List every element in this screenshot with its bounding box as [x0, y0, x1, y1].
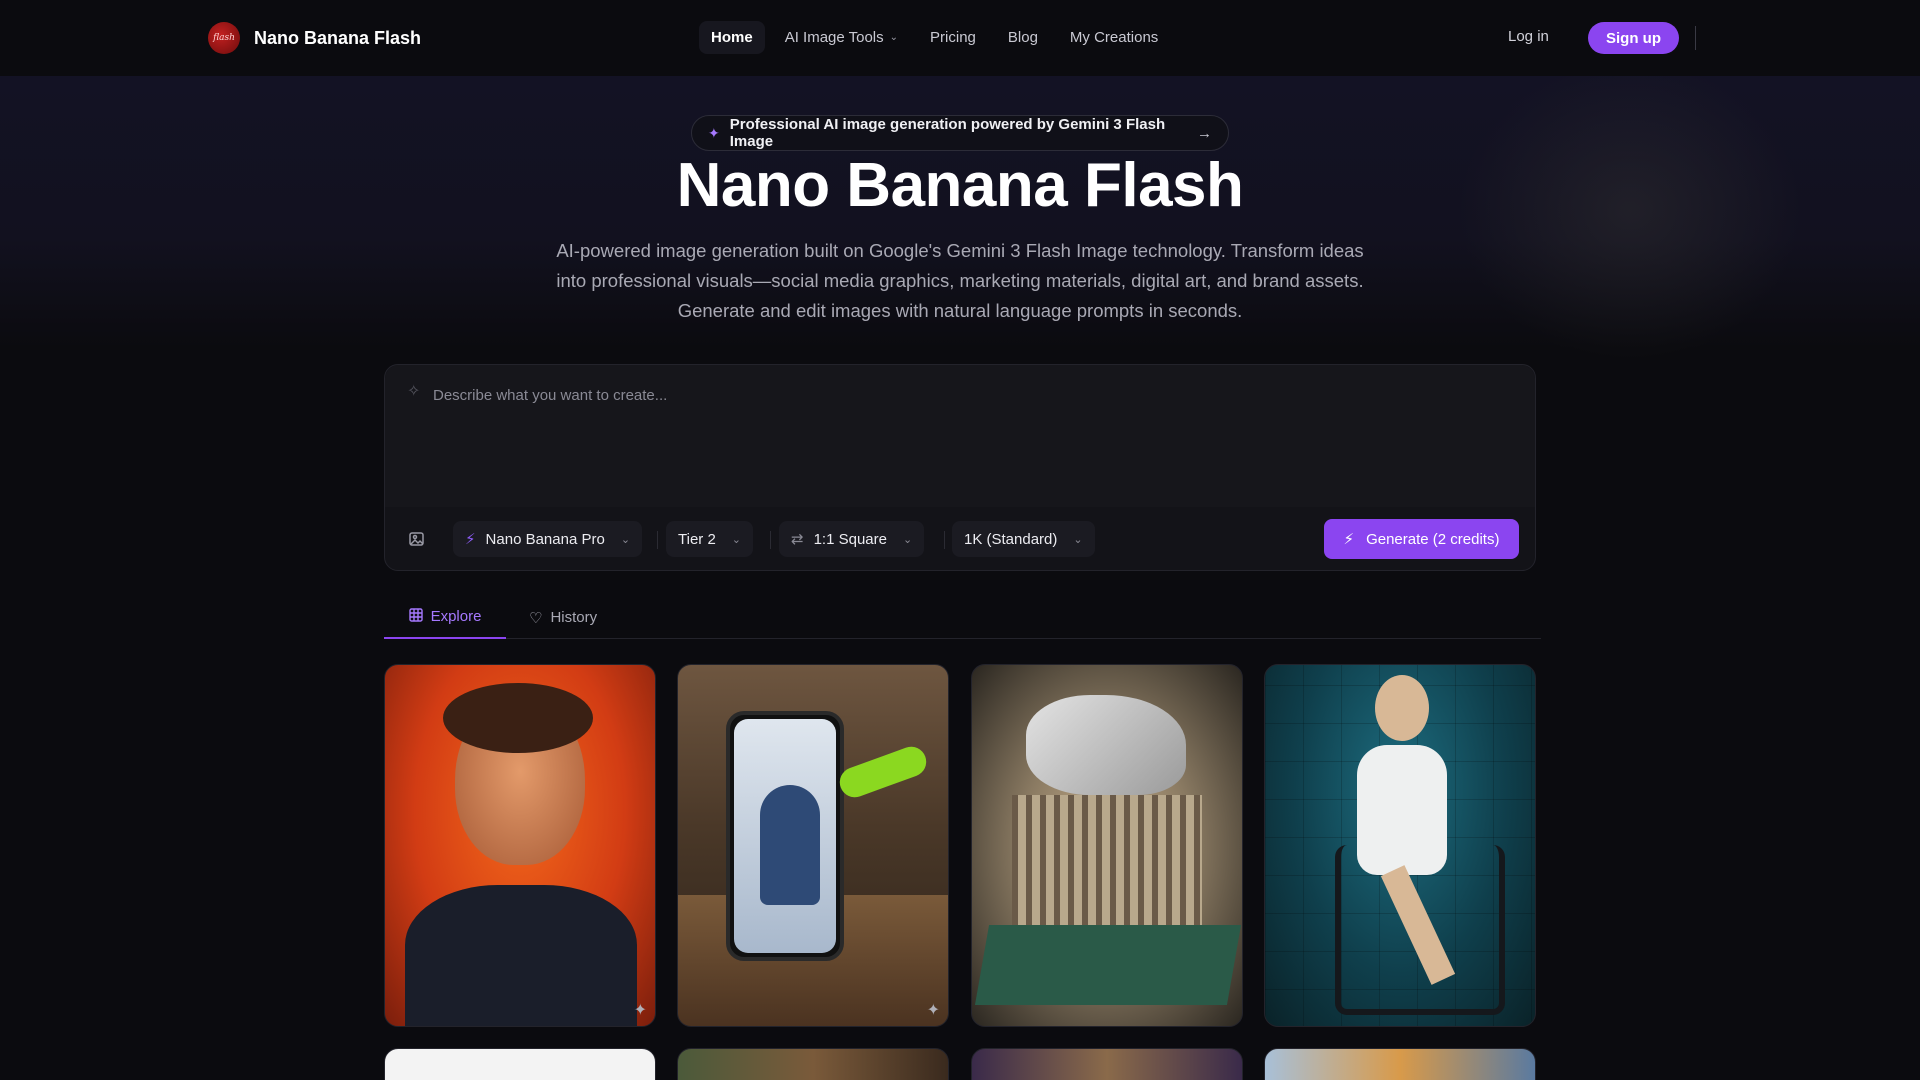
heart-icon: ♡	[529, 609, 543, 627]
top-nav: flash Nano Banana Flash Home AI Image To…	[0, 0, 1920, 76]
image-upload-icon[interactable]	[405, 527, 429, 551]
nav-my-creations-label: My Creations	[1069, 29, 1159, 46]
aspect-ratio-select[interactable]: ⇄ 1:1 Square ⌄	[779, 521, 925, 557]
lightning-icon: ⚡︎	[465, 531, 476, 548]
prompt-toolbar: ⚡︎ Nano Banana Pro ⌄ Tier 2 ⌄ ⇄ 1:1 Squa…	[385, 519, 1535, 563]
gallery-card-white[interactable]	[384, 1048, 656, 1080]
announcement-badge[interactable]: ✦ Professional AI image generation power…	[691, 115, 1229, 151]
toolbar-divider	[657, 531, 658, 549]
grid-icon	[408, 607, 423, 626]
chevron-down-icon: ⌄	[731, 533, 742, 546]
nav-ai-image-tools[interactable]: AI Image Tools ⌄	[773, 21, 910, 54]
gallery-card-architecture[interactable]	[971, 664, 1243, 1027]
generate-label: Generate (2 credits)	[1366, 530, 1500, 548]
toolbar-divider	[770, 531, 771, 549]
tier-select[interactable]: Tier 2 ⌄	[666, 521, 754, 557]
lightning-icon: ⚡︎	[1343, 531, 1355, 548]
login-link[interactable]: Log in	[1508, 28, 1549, 45]
nav-blog-label: Blog	[1007, 29, 1038, 46]
tab-explore[interactable]: Explore	[384, 596, 506, 639]
badge-text: Professional AI image generation powered…	[729, 116, 1166, 150]
aspect-ratio-value: 1:1 Square	[813, 530, 887, 548]
signup-button[interactable]: Sign up	[1588, 22, 1679, 54]
model-roof	[1026, 695, 1186, 795]
arrow-right-icon: →	[1197, 124, 1212, 142]
tab-explore-label: Explore	[430, 608, 482, 625]
gallery-card-interior[interactable]	[677, 1048, 949, 1080]
sparkle-icon: ✧	[407, 383, 421, 400]
green-bottle	[835, 742, 931, 802]
prompt-card: ✧ ⚡︎ Nano Banana Pro ⌄ Tier 2 ⌄ ⇄ 1:1 Sq…	[384, 364, 1536, 571]
gallery-card-blurred[interactable]	[1264, 1048, 1536, 1080]
nav-pricing[interactable]: Pricing	[918, 21, 988, 54]
nav-divider	[1695, 26, 1696, 50]
model-base	[974, 925, 1242, 1005]
gallery-card-portrait[interactable]: ✦	[384, 664, 656, 1027]
sliders-icon: ⇄	[791, 531, 804, 548]
sparkle-icon: ✦	[926, 1002, 940, 1019]
model-scaffolding	[1012, 795, 1202, 935]
model-select[interactable]: ⚡︎ Nano Banana Pro ⌄	[453, 521, 643, 557]
tab-history[interactable]: ♡ History	[529, 596, 597, 639]
sparkle-icon: ✦	[633, 1002, 647, 1019]
chevron-down-icon: ⌄	[620, 533, 631, 546]
portrait-hair	[443, 683, 593, 753]
brand-logo: flash	[208, 22, 240, 54]
sparkle-icon: ✦	[708, 124, 720, 141]
resolution-select[interactable]: 1K (Standard) ⌄	[952, 521, 1095, 557]
hero-description: AI-powered image generation built on Goo…	[556, 240, 1364, 321]
tier-select-value: Tier 2	[678, 530, 716, 548]
prompt-area: ✧	[385, 365, 1535, 507]
resolution-value: 1K (Standard)	[964, 530, 1058, 548]
nav-links: Home AI Image Tools ⌄ Pricing Blog My Cre…	[699, 21, 1170, 54]
chevron-down-icon: ⌄	[889, 32, 899, 43]
gallery-card-phone[interactable]: ✦	[677, 664, 949, 1027]
nav-pricing-label: Pricing	[930, 29, 976, 46]
toolbar-divider	[944, 531, 945, 549]
page-title: Nano Banana Flash	[676, 151, 1244, 220]
nav-my-creations[interactable]: My Creations	[1058, 21, 1170, 54]
nav-blog[interactable]: Blog	[996, 21, 1050, 54]
tab-history-label: History	[550, 609, 598, 626]
generate-button[interactable]: ⚡︎ Generate (2 credits)	[1324, 519, 1519, 559]
woman-head	[1375, 675, 1429, 741]
gallery-card-woman-chair[interactable]	[1264, 664, 1536, 1027]
nav-home[interactable]: Home	[699, 21, 765, 54]
model-select-value: Nano Banana Pro	[485, 530, 605, 548]
brand[interactable]: flash Nano Banana Flash	[208, 22, 421, 54]
chevron-down-icon: ⌄	[1073, 533, 1083, 546]
gallery-tabs: Explore ♡ History	[384, 596, 1541, 639]
portrait-jacket	[405, 885, 637, 1026]
phone-person	[760, 785, 820, 905]
brand-name: Nano Banana Flash	[254, 27, 422, 48]
nav-ai-image-tools-label: AI Image Tools	[784, 29, 884, 46]
chevron-down-icon: ⌄	[902, 533, 913, 546]
gallery-card-triptych[interactable]	[971, 1048, 1243, 1080]
nav-home-label: Home	[711, 29, 753, 46]
prompt-input[interactable]	[433, 387, 1513, 497]
